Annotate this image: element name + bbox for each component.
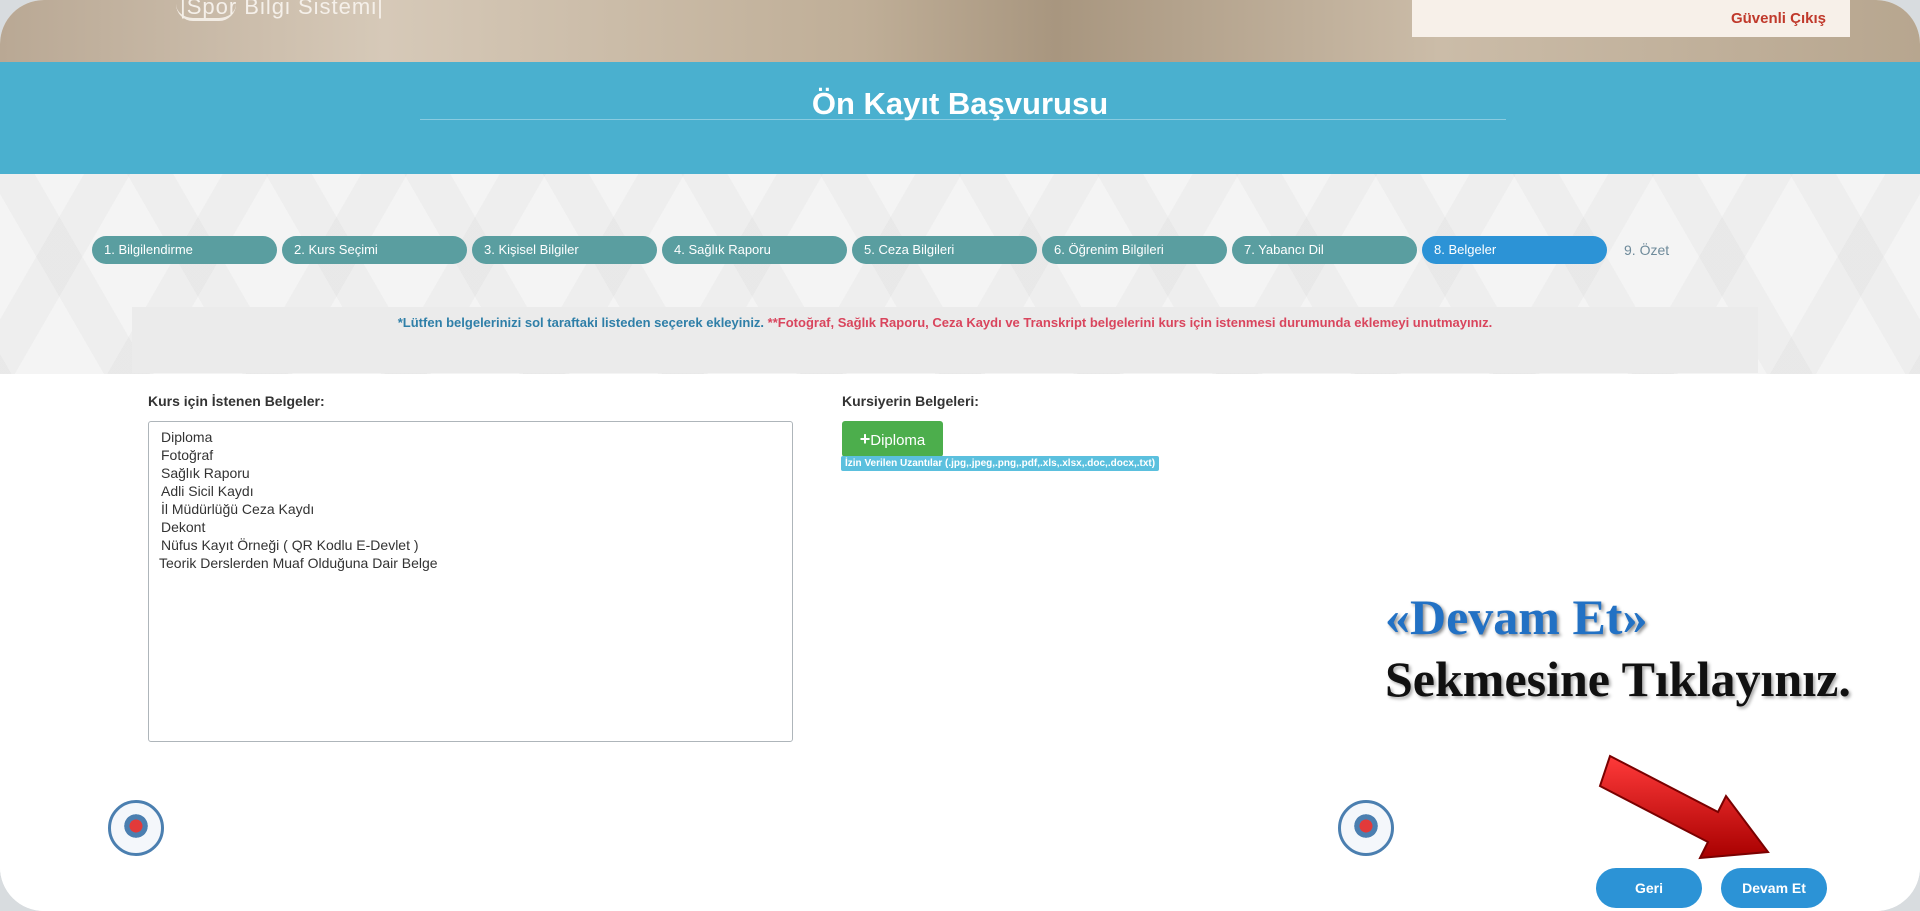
step-ozet[interactable]: 9. Özet bbox=[1624, 236, 1704, 264]
app-name: |Spor Bilgi Sistemi| bbox=[180, 0, 384, 19]
step-kisisel-bilgiler[interactable]: 3. Kişisel Bilgiler bbox=[472, 236, 657, 264]
logout-area: Güvenli Çıkış bbox=[1412, 0, 1850, 37]
required-docs-label: Kurs için İstenen Belgeler: bbox=[148, 393, 325, 409]
logout-link[interactable]: Güvenli Çıkış bbox=[1731, 10, 1826, 27]
emblem-logo bbox=[1338, 800, 1394, 856]
instruction-title: «Devam Et» bbox=[1385, 589, 1648, 645]
notice-warning: **Fotoğraf, Sağlık Raporu, Ceza Kaydı ve… bbox=[767, 315, 1493, 330]
list-item[interactable]: Teorik Derslerden Muaf Olduğuna Dair Bel… bbox=[159, 554, 780, 572]
instruction-text: Sekmesine Tıklayınız. bbox=[1385, 651, 1851, 707]
step-ogrenim-bilgileri[interactable]: 6. Öğrenim Bilgileri bbox=[1042, 236, 1227, 264]
step-bilgilendirme[interactable]: 1. Bilgilendirme bbox=[92, 236, 277, 264]
list-item[interactable]: Fotoğraf bbox=[161, 446, 780, 464]
top-bar: |Spor Bilgi Sistemi| Güvenli Çıkış bbox=[0, 0, 1920, 62]
notice-info: *Lütfen belgelerinizi sol taraftaki list… bbox=[397, 315, 765, 330]
allowed-extensions-badge: İzin Verilen Uzantılar (.jpg,.jpeg,.png,… bbox=[841, 456, 1160, 471]
step-kurs-secimi[interactable]: 2. Kurs Seçimi bbox=[282, 236, 467, 264]
notice-text: *Lütfen belgelerinizi sol taraftaki list… bbox=[132, 315, 1758, 330]
continue-button[interactable]: Devam Et bbox=[1721, 868, 1827, 908]
list-item[interactable]: Sağlık Raporu bbox=[161, 464, 780, 482]
page-title: Ön Kayıt Başvurusu bbox=[811, 86, 1109, 121]
trainee-docs-label: Kursiyerin Belgeleri: bbox=[842, 393, 979, 409]
add-button-label: Diploma bbox=[870, 432, 926, 449]
list-item[interactable]: Dekont bbox=[161, 518, 780, 536]
list-item[interactable]: Adli Sicil Kaydı bbox=[161, 482, 780, 500]
notice-box: *Lütfen belgelerinizi sol taraftaki list… bbox=[132, 307, 1758, 373]
title-band: Ön Kayıt Başvurusu bbox=[0, 62, 1920, 174]
list-item[interactable]: Nüfus Kayıt Örneği ( QR Kodlu E-Devlet ) bbox=[161, 536, 780, 554]
emblem-logo bbox=[108, 800, 164, 856]
add-diploma-button[interactable]: +Diploma bbox=[842, 421, 943, 457]
step-belgeler[interactable]: 8. Belgeler bbox=[1422, 236, 1607, 264]
list-item[interactable]: Diploma bbox=[161, 428, 780, 446]
red-arrow-icon bbox=[1598, 754, 1770, 860]
step-saglik-raporu[interactable]: 4. Sağlık Raporu bbox=[662, 236, 847, 264]
step-ceza-bilgileri[interactable]: 5. Ceza Bilgileri bbox=[852, 236, 1037, 264]
list-item[interactable]: İl Müdürlüğü Ceza Kaydı bbox=[161, 500, 780, 518]
back-button[interactable]: Geri bbox=[1596, 868, 1702, 908]
plus-icon: + bbox=[859, 429, 871, 449]
required-docs-list[interactable]: Diploma Fotoğraf Sağlık Raporu Adli Sici… bbox=[148, 421, 793, 742]
screen: |Spor Bilgi Sistemi| Güvenli Çıkış Ön Ka… bbox=[0, 0, 1920, 911]
step-yabanci-dil[interactable]: 7. Yabancı Dil bbox=[1232, 236, 1417, 264]
